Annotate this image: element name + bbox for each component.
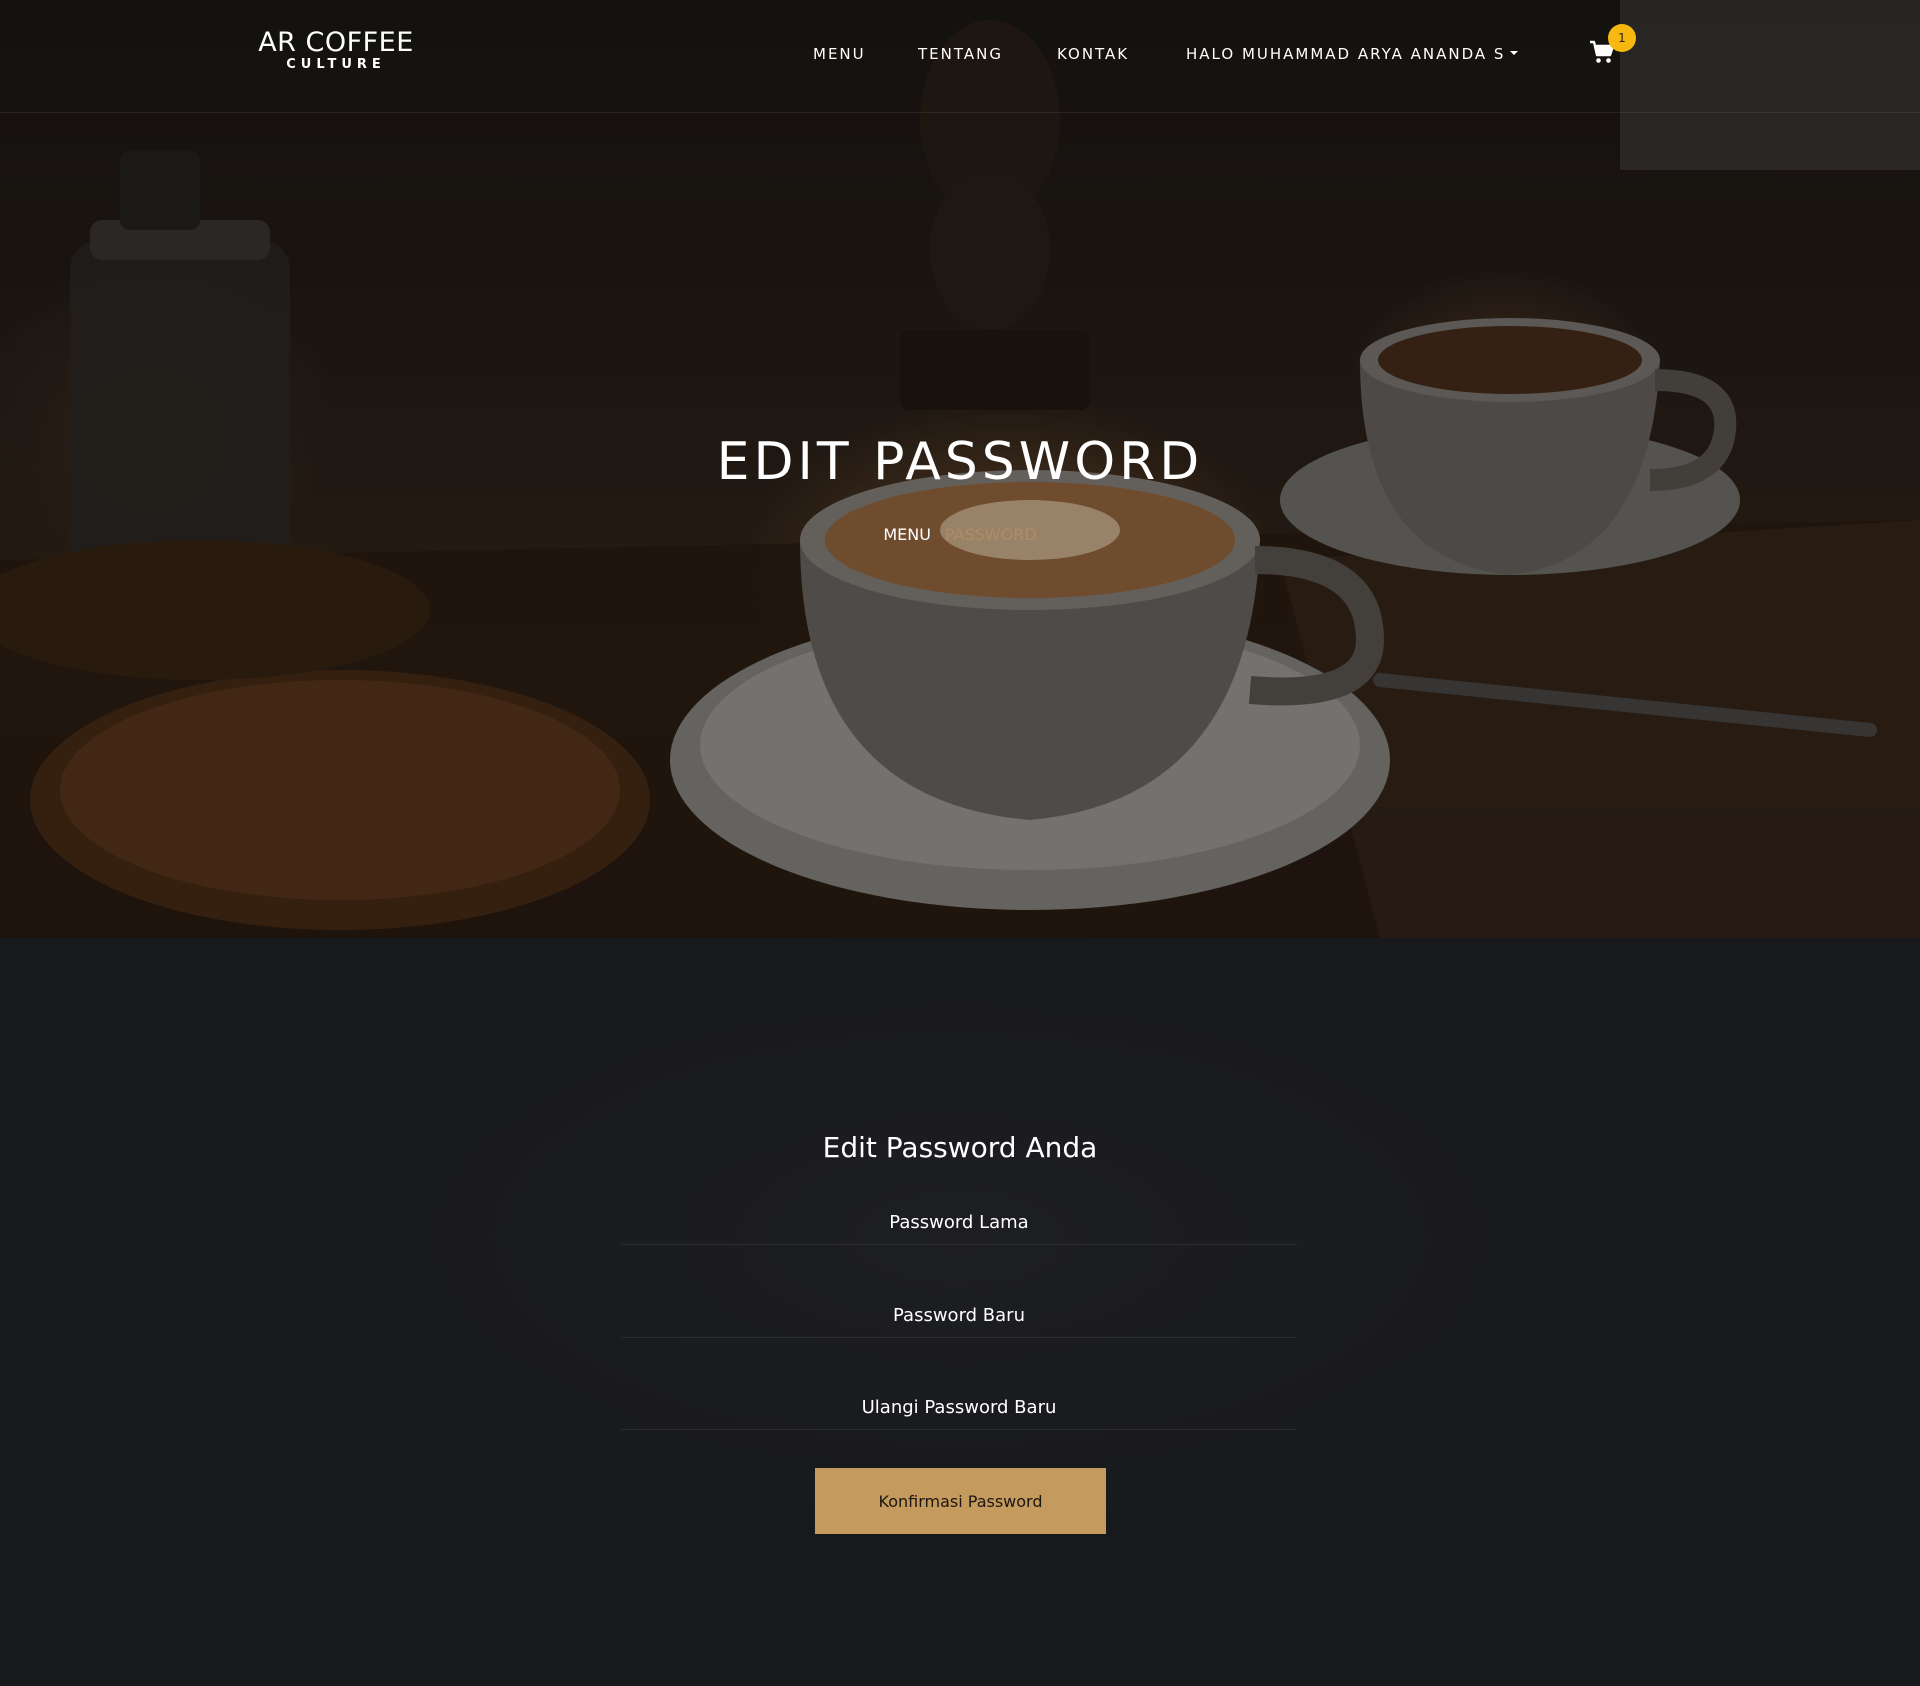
user-greeting: HALO MUHAMMAD ARYA ANANDA S [1186,45,1506,63]
user-dropdown-toggle[interactable]: HALO MUHAMMAD ARYA ANANDA S [1186,43,1519,65]
breadcrumb: MENU PASSWORD [0,524,1920,546]
cart-count-badge: 1 [1608,24,1636,52]
repeat-password-field[interactable] [621,1385,1297,1430]
page-title: EDIT PASSWORD [716,432,1204,492]
navbar: AR COFFEE CULTURE MENU TENTANG KONTAK HA… [0,0,1920,113]
old-password-field[interactable] [621,1200,1297,1245]
breadcrumb-link-menu[interactable]: MENU [883,525,931,544]
confirm-password-button[interactable]: Konfirmasi Password [815,1468,1106,1534]
edit-password-section: Edit Password Anda Konfirmasi Password [0,938,1920,1686]
form-title: Edit Password Anda [822,1131,1098,1164]
nav-link-menu[interactable]: MENU [813,43,866,65]
nav-link-tentang[interactable]: TENTANG [918,43,1003,65]
caret-down-icon [1510,51,1519,55]
breadcrumb-current: PASSWORD [944,525,1037,544]
new-password-field[interactable] [621,1293,1297,1338]
nav-link-kontak[interactable]: KONTAK [1057,43,1129,65]
